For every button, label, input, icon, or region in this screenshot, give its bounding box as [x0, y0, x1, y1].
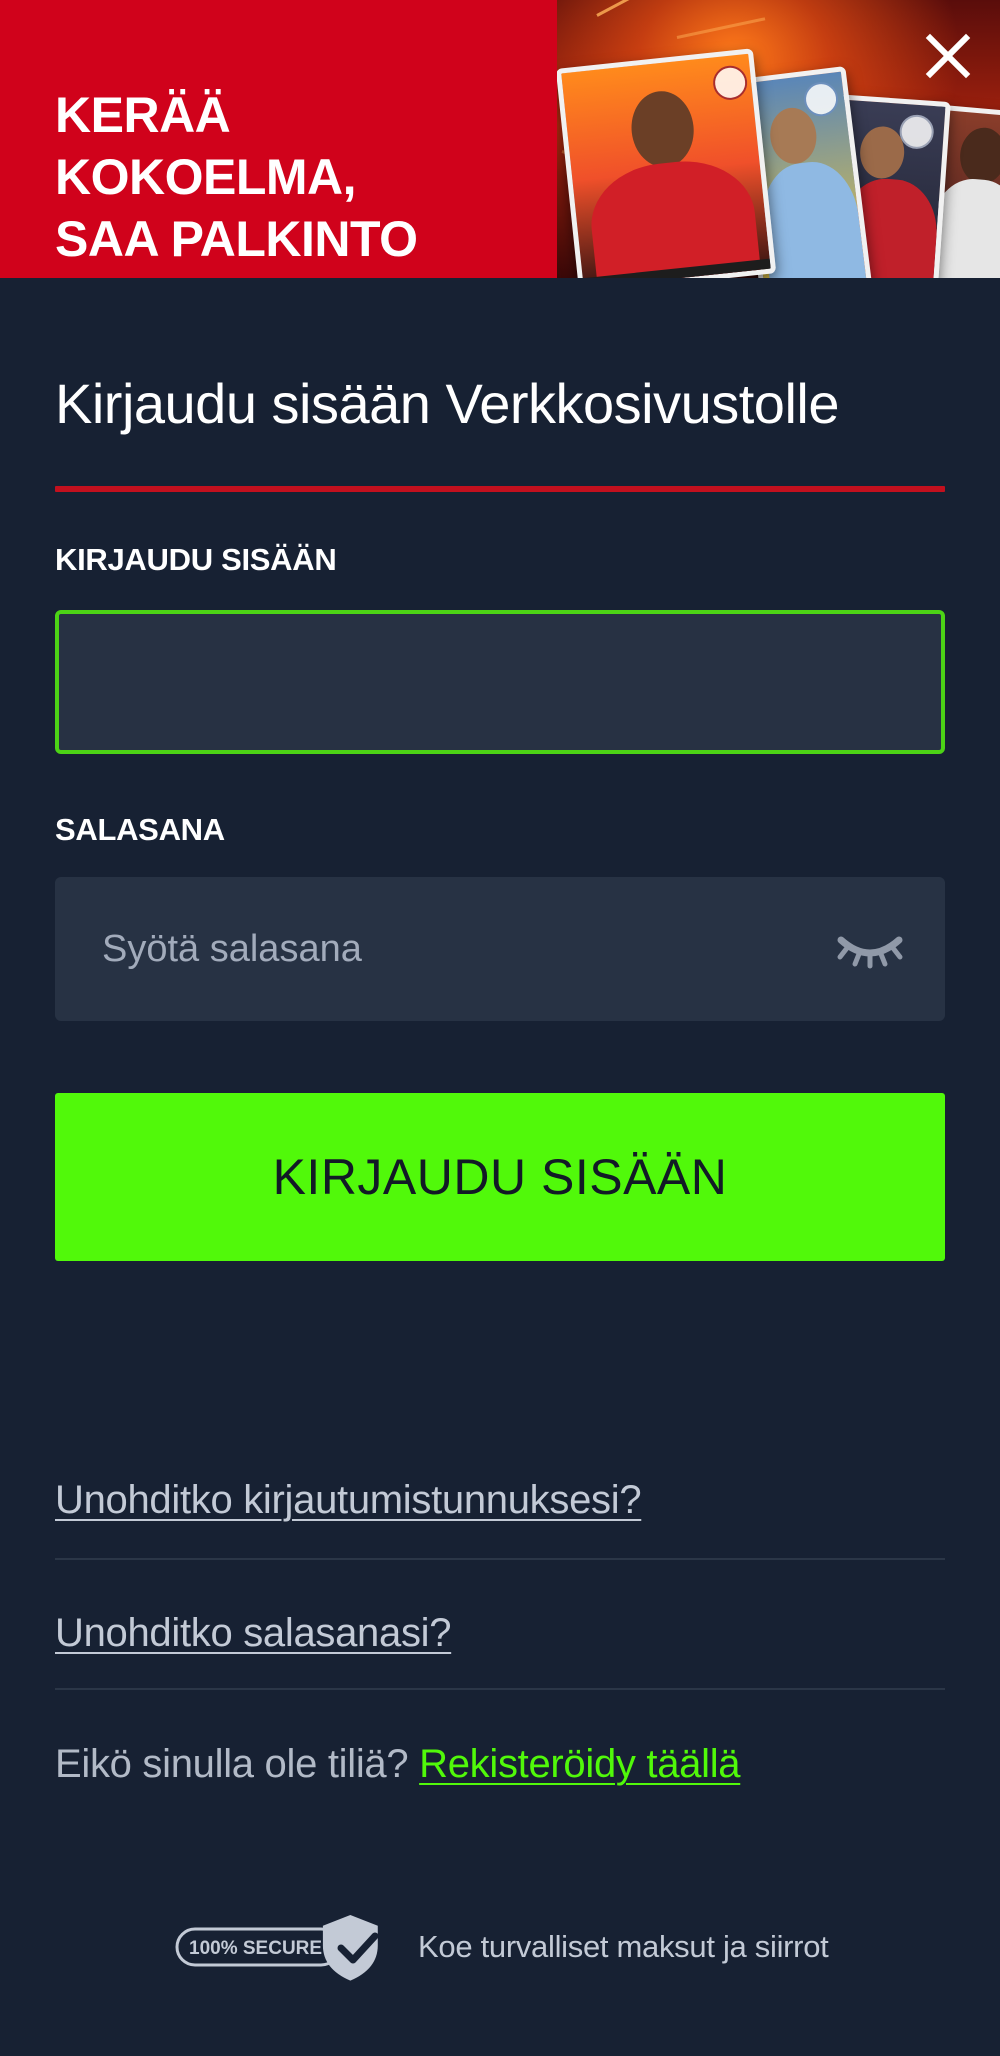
- link-separator: [55, 1688, 945, 1690]
- secure-payments-footer: 100% SECURE Koe turvalliset maksut ja si…: [175, 1912, 855, 1984]
- close-icon: [925, 33, 971, 79]
- register-prompt-text: Eikö sinulla ole tiliä?: [55, 1742, 409, 1786]
- promo-banner-title-line: KERÄÄ KOKOELMA,: [55, 87, 357, 205]
- player-card-head: [627, 88, 698, 171]
- player-card-body: [585, 154, 763, 278]
- promo-banner-title: KERÄÄ KOKOELMA, SAA PALKINTO: [55, 84, 535, 270]
- page-title: Kirjaudu sisään Verkkosivustolle: [55, 372, 839, 435]
- username-label: KIRJAUDU SISÄÄN: [55, 542, 337, 577]
- stadium-light-streak: [596, 0, 704, 17]
- promo-banner[interactable]: KERÄÄ KOKOELMA, SAA PALKINTO: [0, 0, 1000, 278]
- login-button[interactable]: KIRJAUDU SISÄÄN: [55, 1093, 945, 1261]
- secure-badge: 100% SECURE: [175, 1912, 385, 1984]
- player-card: [557, 48, 777, 278]
- login-page: KERÄÄ KOKOELMA, SAA PALKINTO Kirjaudu si…: [0, 0, 1000, 2056]
- register-link[interactable]: Rekisteröidy täällä: [419, 1742, 740, 1786]
- club-crest-icon: [711, 64, 749, 102]
- eye-closed-icon: [837, 936, 903, 969]
- password-input[interactable]: [55, 877, 945, 1021]
- stadium-light-streak: [676, 17, 766, 39]
- title-divider: [55, 486, 945, 492]
- player-card-head: [767, 105, 820, 167]
- shield-check-icon: 100% SECURE: [175, 1914, 379, 1981]
- close-button[interactable]: [920, 28, 976, 84]
- club-crest-icon: [898, 113, 935, 150]
- forgot-username-link[interactable]: Unohditko kirjautumistunnuksesi?: [55, 1475, 642, 1525]
- secure-payments-text: Koe turvalliset maksut ja siirrot: [418, 1929, 829, 1964]
- link-separator: [55, 1558, 945, 1560]
- club-crest-icon: [802, 80, 840, 119]
- username-input[interactable]: [55, 610, 945, 754]
- promo-banner-title-line: SAA PALKINTO: [55, 211, 418, 267]
- register-prompt: Eikö sinulla ole tiliä? Rekisteröidy tää…: [55, 1738, 741, 1790]
- player-card-head: [957, 125, 1000, 186]
- forgot-password-link[interactable]: Unohditko salasanasi?: [55, 1608, 451, 1658]
- secure-badge-text: 100% SECURE: [189, 1938, 322, 1959]
- password-label: SALASANA: [55, 812, 225, 847]
- password-visibility-toggle[interactable]: [835, 926, 905, 970]
